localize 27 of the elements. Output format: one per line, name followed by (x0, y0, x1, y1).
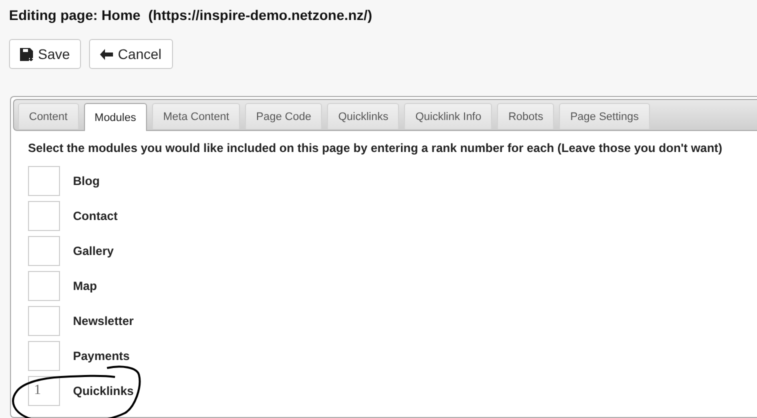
tab[interactable]: Meta Content (152, 103, 240, 129)
rank-input[interactable]: 1 (28, 376, 60, 406)
module-label: Quicklinks (73, 384, 134, 398)
module-label: Gallery (73, 244, 114, 258)
rank-input[interactable] (28, 340, 60, 370)
save-button[interactable]: Save (9, 39, 81, 69)
tab[interactable]: Quicklink Info (404, 103, 492, 129)
module-label: Newsletter (73, 314, 134, 328)
rank-input[interactable] (28, 166, 60, 196)
module-label: Map (73, 278, 97, 292)
arrow-left-icon (100, 48, 113, 60)
tab[interactable]: Robots (497, 103, 554, 129)
rank-input[interactable] (28, 306, 60, 336)
cancel-button[interactable]: Cancel (88, 39, 173, 69)
module-label: Payments (73, 348, 130, 362)
tab[interactable]: Page Settings (559, 103, 650, 129)
module-label: Contact (73, 208, 118, 222)
tab[interactable]: Quicklinks (327, 103, 400, 129)
rank-input[interactable] (28, 270, 60, 300)
instructions-text: Select the modules you would like included on this page by entering a rank number for each (Leave those you don't want) (28, 141, 724, 155)
rank-input[interactable] (28, 236, 60, 266)
tab[interactable]: Modules (84, 103, 148, 131)
tab[interactable]: Page Code (245, 103, 322, 129)
page-heading: Editing page: Home (https://inspire-demo.netzone.nz/) (9, 7, 374, 23)
rank-input[interactable] (28, 200, 60, 230)
tab[interactable]: Content (18, 103, 79, 129)
module-label: Blog (73, 174, 100, 188)
